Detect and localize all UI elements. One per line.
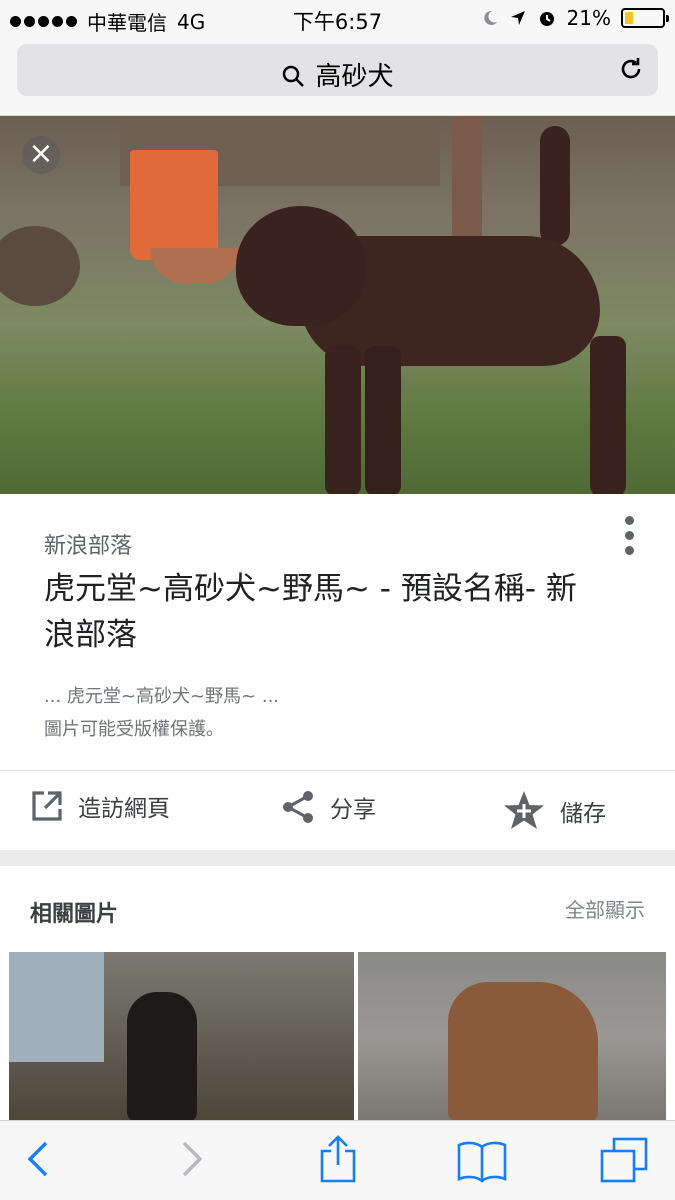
open-in-new-icon xyxy=(32,791,62,821)
location-icon xyxy=(510,11,525,25)
battery-percent: 21% xyxy=(566,6,611,30)
address-query[interactable]: 高砂犬 xyxy=(17,56,658,93)
visit-page-label: 造訪網頁 xyxy=(78,796,170,822)
image-info-card: 新浪部落 虎元堂~高砂犬~野馬~ - 預設名稱- 新浪部落 ... 虎元堂~高砂… xyxy=(0,494,675,850)
save-button[interactable]: 儲存 xyxy=(502,789,606,833)
related-image-thumbnail[interactable] xyxy=(9,952,354,1122)
address-bar-area: 高砂犬 xyxy=(0,38,675,116)
image-snippet: ... 虎元堂~高砂犬~野馬~ ... xyxy=(44,686,280,707)
back-icon[interactable] xyxy=(26,1139,52,1179)
close-icon[interactable]: × xyxy=(22,136,60,174)
action-bar: 造訪網頁 分享 儲存 xyxy=(0,771,675,850)
search-icon xyxy=(283,65,305,87)
moon-icon xyxy=(483,10,497,25)
search-query-text: 高砂犬 xyxy=(315,62,394,92)
alarm-icon xyxy=(539,12,554,26)
star-icon xyxy=(504,791,544,829)
status-right: 21% xyxy=(481,6,669,30)
forward-icon[interactable] xyxy=(178,1139,204,1179)
related-images-heading: 相關圖片 xyxy=(30,902,119,927)
share-sheet-icon[interactable] xyxy=(318,1135,358,1183)
share-icon xyxy=(283,791,313,823)
share-label: 分享 xyxy=(330,797,376,823)
bookmarks-icon[interactable] xyxy=(456,1139,508,1183)
copyright-notice: 圖片可能受版權保護。 xyxy=(44,719,224,740)
image-title[interactable]: 虎元堂~高砂犬~野馬~ - 預設名稱- 新浪部落 xyxy=(44,566,584,658)
share-button[interactable]: 分享 xyxy=(280,789,376,825)
battery-icon xyxy=(621,8,669,28)
related-image-thumbnail[interactable] xyxy=(358,952,666,1122)
show-all-link[interactable]: 全部顯示 xyxy=(565,894,645,923)
more-vert-icon[interactable] xyxy=(621,516,637,561)
address-bar[interactable]: 高砂犬 xyxy=(17,44,658,96)
visit-page-button[interactable]: 造訪網頁 xyxy=(30,789,170,823)
save-label: 儲存 xyxy=(560,801,606,827)
reload-icon[interactable] xyxy=(618,56,644,82)
preview-image[interactable]: × xyxy=(0,116,675,494)
status-bar: 中華電信 4G 下午6:57 21% xyxy=(0,0,675,38)
browser-toolbar xyxy=(0,1120,675,1200)
image-source[interactable]: 新浪部落 xyxy=(44,528,132,560)
tabs-icon[interactable] xyxy=(600,1137,648,1183)
